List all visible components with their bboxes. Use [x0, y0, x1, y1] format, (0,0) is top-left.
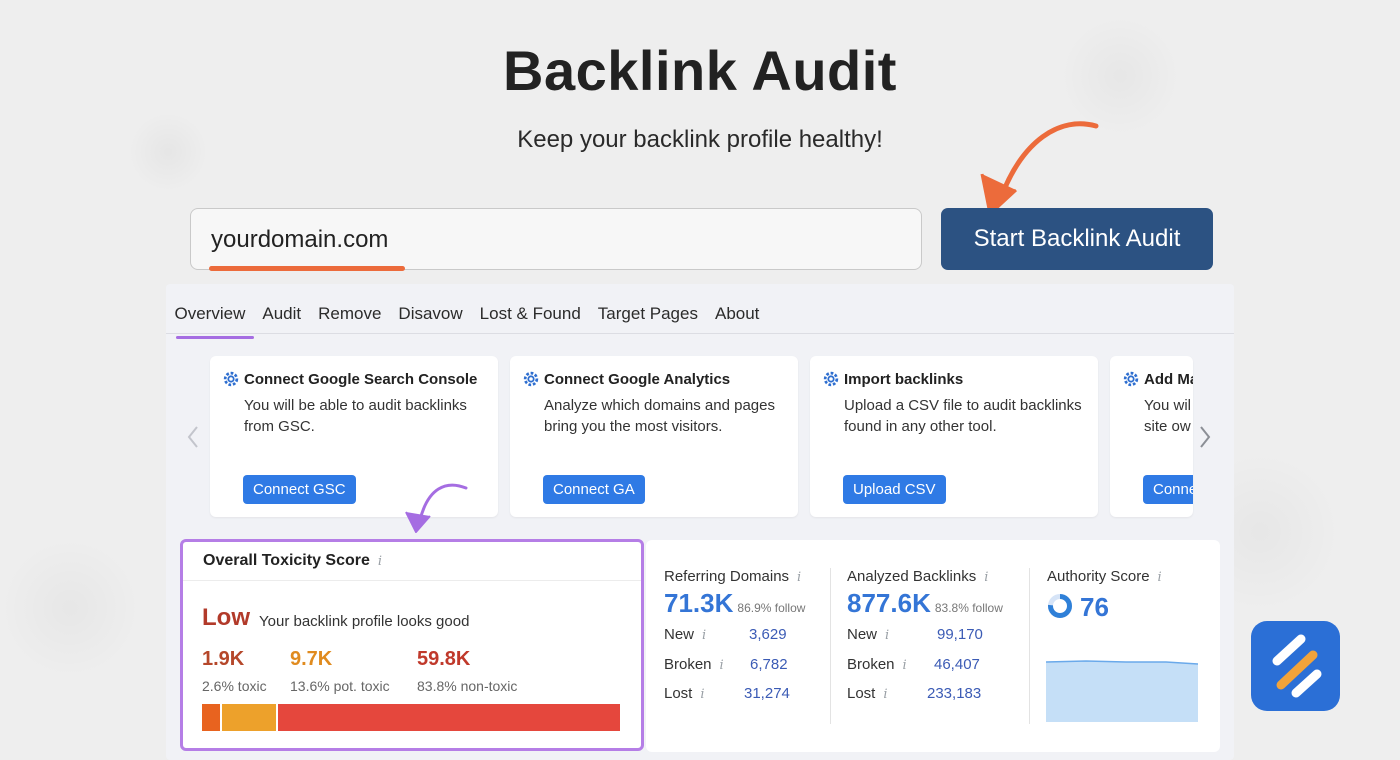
toxicity-bar-segment — [220, 704, 277, 731]
referring-domains-value[interactable]: 71.3K 86.9% follow — [664, 588, 805, 619]
info-icon[interactable]: i — [885, 628, 889, 643]
gear-icon — [223, 371, 239, 387]
tabs-divider — [166, 333, 1234, 334]
rd-broken-value[interactable]: 6,782 — [750, 656, 788, 673]
card-description: Upload a CSV file to audit backlinks fou… — [844, 397, 1082, 435]
toxicity-description: Your backlink profile looks good — [259, 613, 470, 630]
page-title: Backlink Audit — [503, 39, 897, 102]
ab-new-label: New i — [847, 626, 890, 643]
connect-button[interactable]: Conne — [1143, 475, 1193, 504]
non-toxic-count: 59.8K — [417, 648, 471, 670]
authority-ring-icon — [1048, 594, 1072, 618]
analyzed-backlinks-follow: 83.8% follow — [934, 601, 1003, 615]
info-icon[interactable]: i — [1158, 570, 1162, 585]
upload-csv-button[interactable]: Upload CSV — [843, 475, 946, 504]
brand-logo — [1251, 621, 1340, 711]
tab-disavow[interactable]: Disavow — [390, 296, 471, 336]
toxicity-title: Overall Toxicity Score — [203, 552, 370, 569]
tab-target-pages[interactable]: Target Pages — [589, 296, 706, 336]
ab-lost-label: Lost i — [847, 685, 888, 702]
info-icon[interactable]: i — [883, 687, 887, 702]
card-title: Connect Google Search Console — [244, 370, 478, 388]
domain-input[interactable]: yourdomain.com — [190, 208, 922, 270]
authority-score-value: 76 — [1080, 592, 1109, 622]
card-import-backlinks: Import backlinks Upload a CSV file to au… — [810, 356, 1098, 517]
card-description: You will be able to audit backlinks from… — [244, 397, 467, 435]
column-divider — [1029, 568, 1030, 724]
card-description: Analyze which domains and pages bring yo… — [544, 397, 775, 435]
orange-arrow-icon — [980, 121, 1099, 216]
toxicity-title-row: Overall Toxicity Score i — [203, 552, 382, 570]
toxicity-bar-segment — [276, 704, 620, 731]
toxic-count: 1.9K — [202, 648, 245, 670]
info-icon[interactable]: i — [797, 570, 801, 585]
connect-gsc-button[interactable]: Connect GSC — [243, 475, 356, 504]
toxicity-level: Low — [202, 604, 250, 631]
toxicity-divider — [183, 580, 641, 581]
card-title: Add Ma — [1144, 370, 1193, 388]
ab-lost-value[interactable]: 233,183 — [927, 685, 981, 702]
column-divider — [830, 568, 831, 724]
gear-icon — [523, 371, 539, 387]
rd-new-label: New i — [664, 626, 707, 643]
info-icon[interactable]: i — [903, 658, 907, 673]
tab-audit[interactable]: Audit — [254, 296, 310, 336]
backlink-stats-widget: Referring Domains i 71.3K 86.9% follow New… — [646, 540, 1220, 752]
page-subtitle: Keep your backlink profile healthy! — [517, 126, 883, 153]
info-icon[interactable]: i — [378, 554, 382, 569]
card-description: You wil site ow — [1144, 397, 1191, 435]
ab-new-value[interactable]: 99,170 — [937, 626, 983, 643]
tab-overview[interactable]: Overview — [166, 296, 254, 339]
authority-trend-chart — [1046, 660, 1198, 722]
ab-broken-label: Broken i — [847, 656, 907, 673]
rd-lost-value[interactable]: 31,274 — [744, 685, 790, 702]
purple-arrow-icon — [405, 483, 468, 533]
referring-domains-follow: 86.9% follow — [737, 601, 806, 615]
tab-lost-found[interactable]: Lost & Found — [471, 296, 589, 336]
ab-broken-value[interactable]: 46,407 — [934, 656, 980, 673]
gear-icon — [823, 371, 839, 387]
tab-about[interactable]: About — [706, 296, 767, 336]
toxicity-bar-segment — [202, 704, 221, 731]
rd-new-value[interactable]: 3,629 — [749, 626, 787, 643]
toxicity-bar — [202, 704, 620, 731]
card-title: Connect Google Analytics — [544, 370, 731, 388]
referring-domains-label: Referring Domains i — [664, 568, 802, 585]
info-icon[interactable]: i — [702, 628, 706, 643]
non-toxic-label: 83.8% non-toxic — [417, 678, 518, 694]
start-backlink-audit-button[interactable]: Start Backlink Audit — [941, 208, 1213, 270]
rd-lost-label: Lost i — [664, 685, 705, 702]
chevron-left-icon[interactable] — [186, 424, 200, 450]
info-icon[interactable]: i — [700, 687, 704, 702]
toxic-label: 2.6% toxic — [202, 678, 267, 694]
analyzed-backlinks-value[interactable]: 877.6K 83.8% follow — [847, 588, 1003, 619]
card-connect-ga: Connect Google Analytics Analyze which d… — [510, 356, 798, 517]
card-partial: Add Ma You wil site ow Conne — [1110, 356, 1193, 517]
info-icon[interactable]: i — [720, 658, 724, 673]
analyzed-backlinks-label: Analyzed Backlinks i — [847, 568, 989, 585]
pot-toxic-label: 13.6% pot. toxic — [290, 678, 390, 694]
gear-icon — [1123, 371, 1139, 387]
rd-broken-label: Broken i — [664, 656, 724, 673]
authority-score-label: Authority Score i — [1047, 568, 1162, 585]
domain-underline — [209, 266, 405, 271]
tab-remove[interactable]: Remove — [310, 296, 390, 336]
tab-bar: Overview Audit Remove Disavow Lost & Fou… — [166, 296, 768, 339]
logo-stripes-icon — [1272, 634, 1322, 698]
chevron-right-icon[interactable] — [1198, 424, 1212, 450]
toxicity-score-widget: Overall Toxicity Score i Low Your backlin… — [180, 539, 644, 751]
connect-ga-button[interactable]: Connect GA — [543, 475, 645, 504]
info-icon[interactable]: i — [984, 570, 988, 585]
pot-toxic-count: 9.7K — [290, 648, 333, 670]
card-title: Import backlinks — [844, 370, 964, 388]
